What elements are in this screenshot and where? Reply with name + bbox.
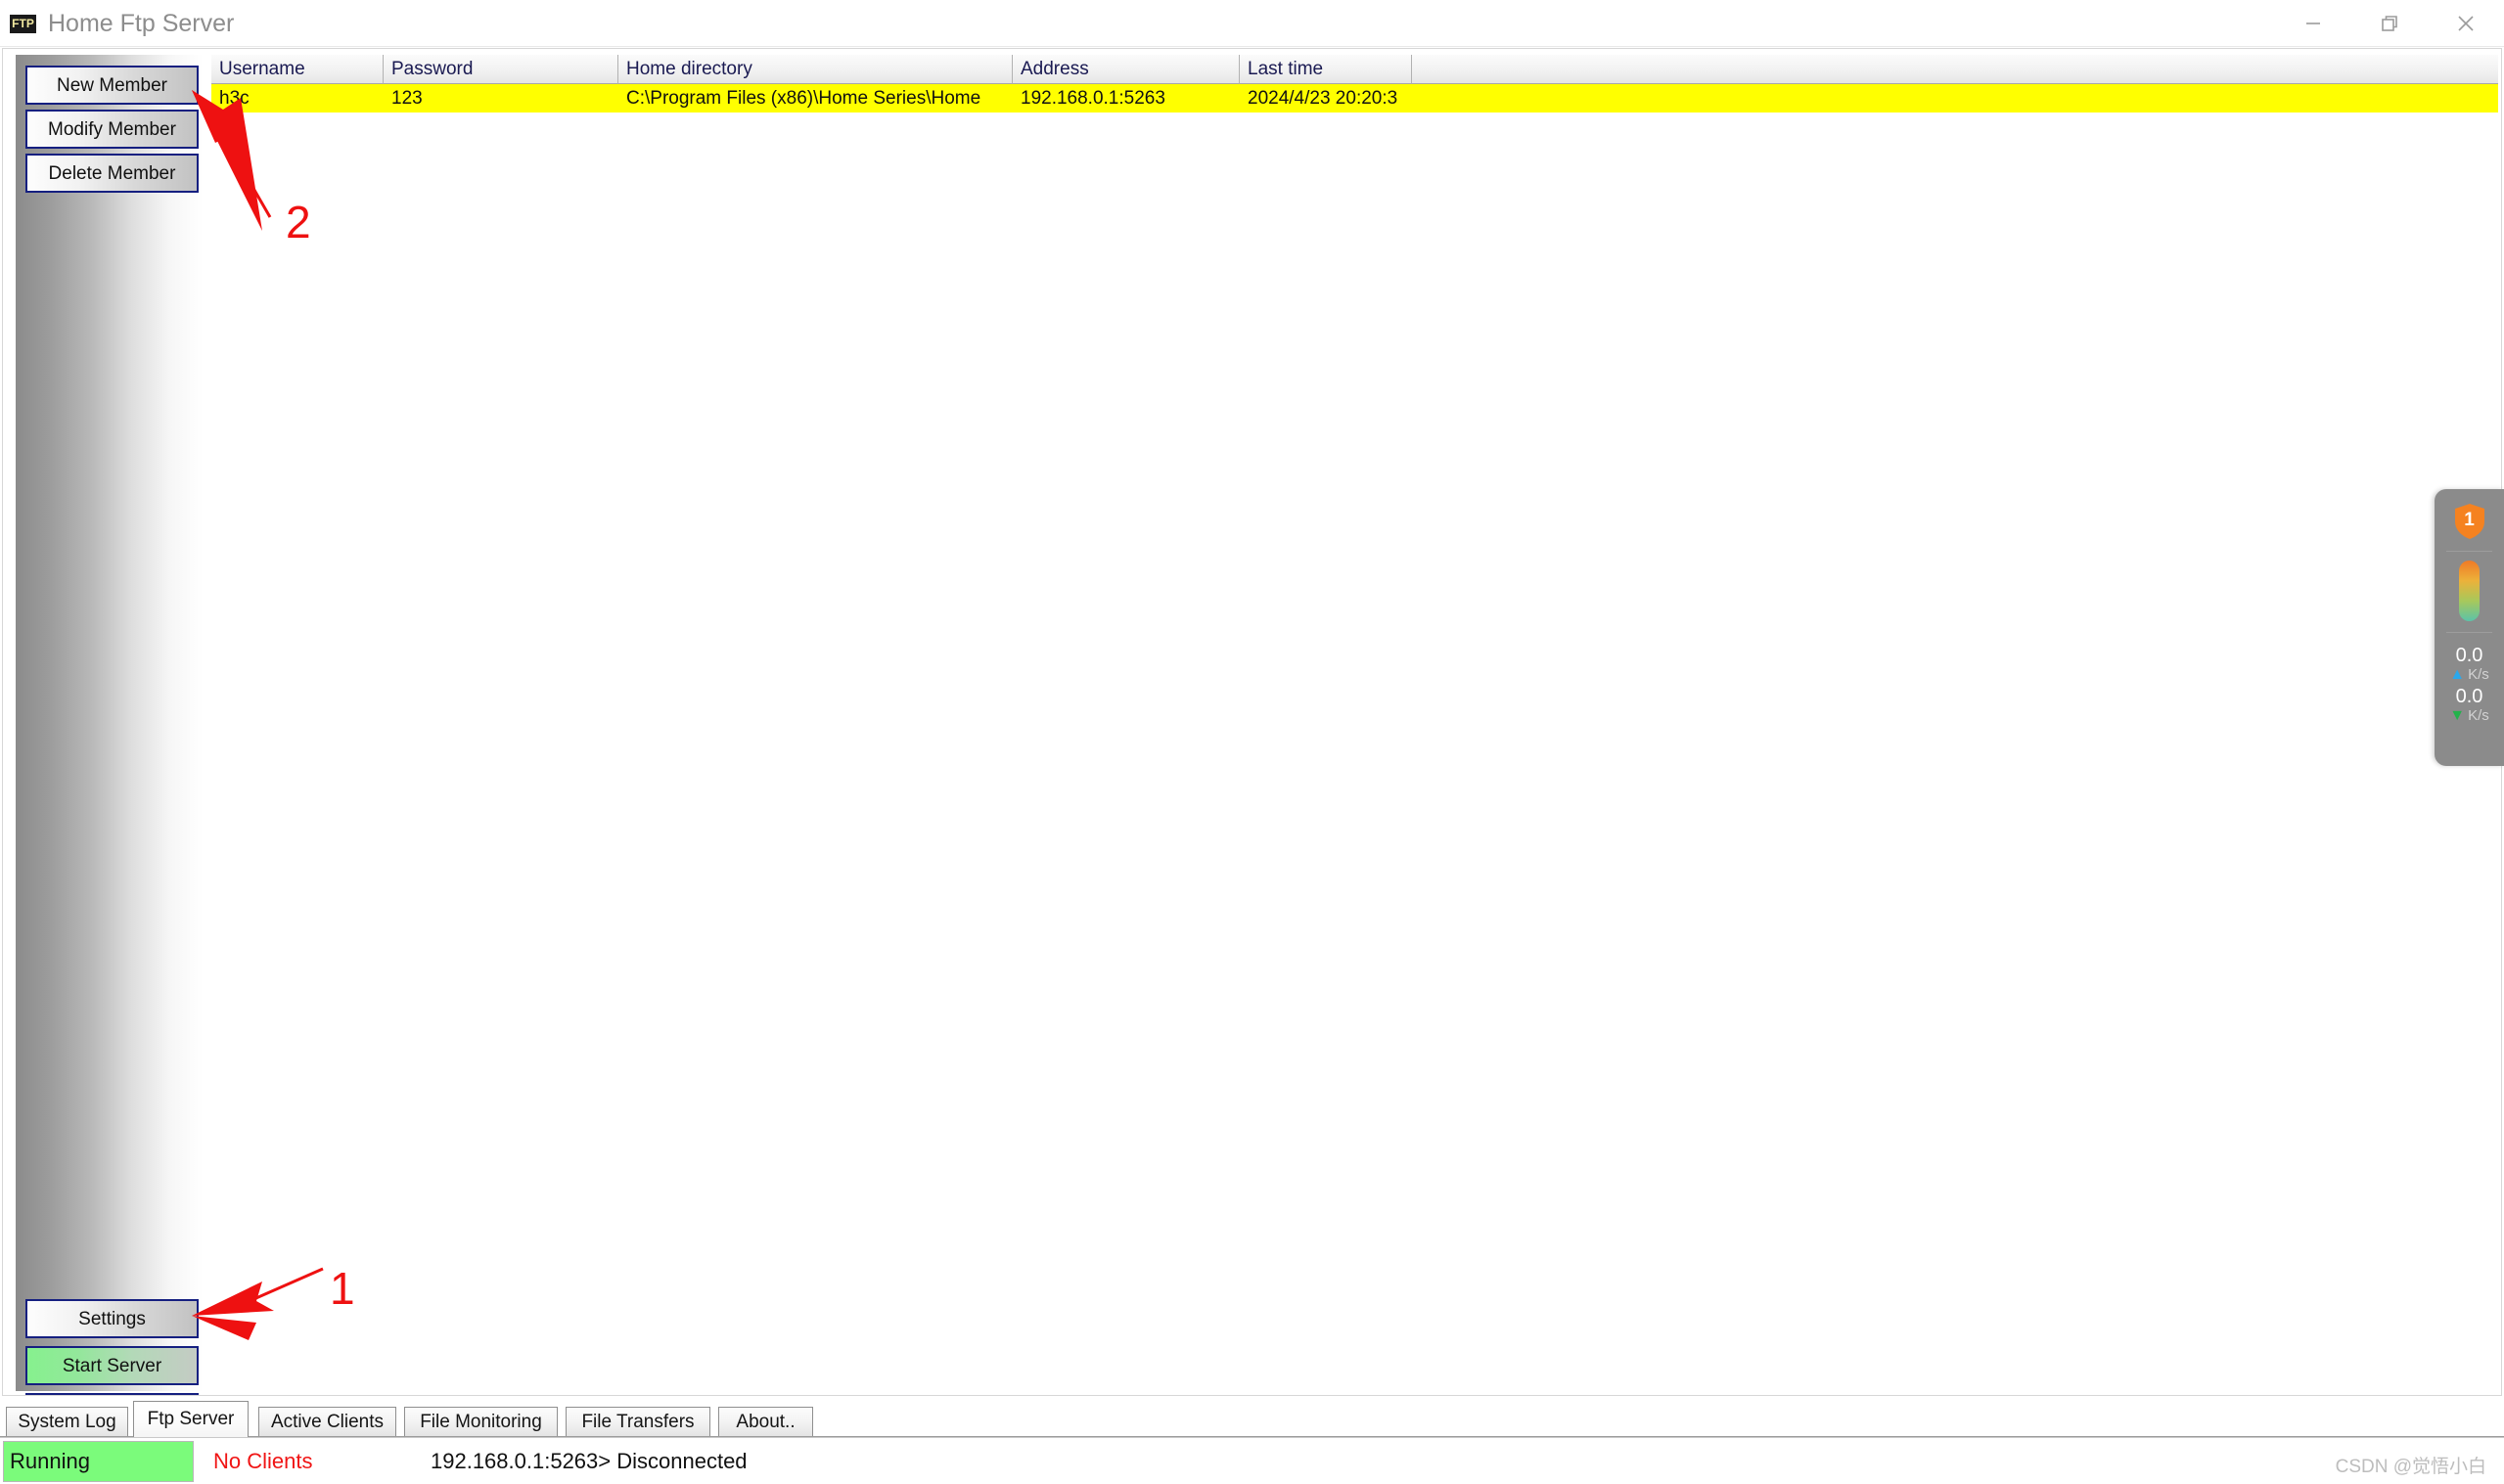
close-icon[interactable] (2428, 0, 2504, 47)
cell-address: 192.168.0.1:5263 (1021, 87, 1165, 109)
upload-speed-unit-row: ▲ K/s (2449, 666, 2489, 683)
upload-speed: 0.0 ▲ K/s (2435, 645, 2504, 684)
sidebar: New Member Modify Member Delete Member S… (16, 55, 204, 1395)
shield-icon[interactable]: 1 (2453, 503, 2486, 540)
download-speed-value: 0.0 (2455, 686, 2483, 707)
shield-badge-count: 1 (2464, 509, 2475, 530)
download-speed-unit-row: ▼ K/s (2449, 707, 2489, 724)
restore-icon[interactable] (2351, 0, 2428, 47)
column-header-username[interactable]: Username (211, 55, 384, 84)
arrow-up-icon: ▲ (2449, 665, 2466, 683)
widget-divider-bottom (2446, 632, 2492, 633)
cell-home-directory: C:\Program Files (x86)\Home Series\Home (626, 87, 981, 109)
cell-spacer (1412, 84, 2498, 112)
settings-button[interactable]: Settings (25, 1299, 199, 1338)
application-window: FTP Home Ftp Server New Member Modify Me… (0, 0, 2504, 1484)
title-bar-left: FTP Home Ftp Server (10, 0, 234, 47)
status-clients: No Clients (213, 1449, 313, 1473)
delete-member-button[interactable]: Delete Member (25, 154, 199, 193)
annotation-number-2: 2 (286, 197, 311, 247)
ftp-icon: FTP (10, 14, 36, 33)
column-header-password[interactable]: Password (384, 55, 618, 84)
cell-username: h3c (219, 87, 250, 109)
main-panel: New Member Modify Member Delete Member S… (2, 48, 2502, 1396)
column-header-last-time[interactable]: Last time (1240, 55, 1412, 84)
cell-last-time: 2024/4/23 20:20:3 (1248, 87, 1398, 109)
tab-ftp-server[interactable]: Ftp Server (133, 1401, 249, 1437)
tab-active-clients[interactable]: Active Clients (258, 1407, 396, 1436)
title-bar: FTP Home Ftp Server (0, 0, 2504, 47)
tab-file-transfers[interactable]: File Transfers (566, 1407, 710, 1436)
tab-file-monitoring[interactable]: File Monitoring (404, 1407, 558, 1436)
minimize-icon[interactable] (2275, 0, 2351, 47)
stop-server-button[interactable]: Stop Server (25, 1393, 199, 1395)
column-header-address[interactable]: Address (1013, 55, 1240, 84)
annotation-number-1: 1 (330, 1263, 355, 1314)
cell-password: 123 (391, 87, 423, 109)
thermometer-gauge-icon (2459, 561, 2480, 621)
tab-about[interactable]: About.. (718, 1407, 813, 1436)
upload-speed-unit: K/s (2468, 666, 2489, 683)
status-badge-server-state: Running (3, 1441, 194, 1482)
table-row[interactable]: h3c 123 C:\Program Files (x86)\Home Seri… (211, 84, 2498, 112)
tab-strip: System Log Ftp Server Active Clients Fil… (0, 1397, 2504, 1437)
column-header-spacer[interactable] (1412, 55, 2498, 84)
table-header-row: Username Password Home directory Address… (211, 55, 2498, 84)
arrow-down-icon: ▼ (2449, 706, 2466, 724)
column-header-home-directory[interactable]: Home directory (618, 55, 1013, 84)
watermark: CSDN @觉悟小白 (2335, 1457, 2486, 1477)
tab-system-log[interactable]: System Log (6, 1407, 128, 1436)
download-speed: 0.0 ▼ K/s (2435, 686, 2504, 725)
status-connection: 192.168.0.1:5263> Disconnected (431, 1449, 748, 1473)
float-network-widget[interactable]: 1 0.0 ▲ K/s 0.0 ▼ K/s (2435, 489, 2504, 766)
new-member-button[interactable]: New Member (25, 66, 199, 105)
window-controls (2275, 0, 2504, 47)
upload-speed-value: 0.0 (2455, 645, 2483, 666)
window-title: Home Ftp Server (48, 9, 235, 37)
members-table: Username Password Home directory Address… (210, 55, 2498, 1391)
widget-divider-top (2446, 551, 2492, 552)
download-speed-unit: K/s (2468, 707, 2489, 724)
modify-member-button[interactable]: Modify Member (25, 110, 199, 149)
start-server-button[interactable]: Start Server (25, 1346, 199, 1385)
status-bar: Running No Clients 192.168.0.1:5263> Dis… (0, 1437, 2504, 1484)
